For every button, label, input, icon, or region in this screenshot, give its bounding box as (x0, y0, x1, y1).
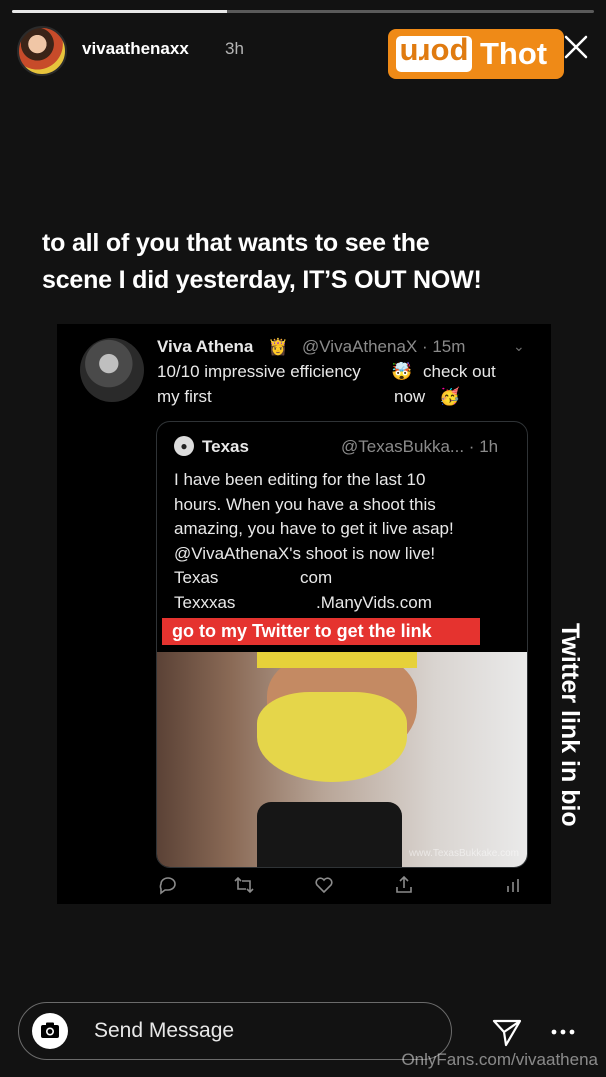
story-time: 3h (225, 39, 244, 58)
logo-right-text: Thot (480, 36, 548, 71)
twitter-link-banner: go to my Twitter to get the link (162, 618, 480, 645)
quote-avatar-icon: ● (174, 436, 194, 456)
like-icon[interactable] (313, 874, 335, 896)
tweet-text-4: now (394, 387, 426, 406)
quote-line: hours. When you have a shoot this (174, 494, 436, 514)
quote-link-1b: com (300, 568, 333, 587)
story-avatar[interactable] (17, 26, 67, 76)
quote-link-2b: .ManyVids.com (316, 592, 432, 612)
camera-icon (41, 1022, 59, 1038)
story-caption: to all of you that wants to see the scen… (42, 225, 582, 299)
quote-link-1a: Texas (174, 568, 219, 587)
retweet-icon[interactable] (233, 874, 255, 896)
quote-link-2a: Texxxas (174, 592, 236, 612)
logo-left-text: porn (396, 36, 472, 72)
quote-line: @VivaAthenaX's shoot is now live! (174, 543, 436, 563)
tweet-author-name: Viva Athena (157, 337, 254, 356)
tweet-handle: @VivaAthenaX · 15m (302, 337, 466, 356)
tweet-screenshot: Viva Athena 👸 @VivaAthenaX · 15m ⌄ 10/10… (57, 324, 551, 904)
party-emoji: 🥳 (439, 387, 461, 406)
send-message-placeholder: Send Message (94, 1019, 235, 1042)
story-progress-fill (12, 10, 228, 13)
story-progress-bar (12, 10, 594, 13)
more-icon[interactable] (550, 1028, 576, 1036)
analytics-icon[interactable] (503, 874, 525, 896)
mind-blown-emoji: 🤯 (391, 362, 413, 381)
quote-body: I have been editing for the last 10 hour… (174, 468, 519, 615)
photo-band (257, 652, 417, 668)
quote-link-line-2: Texxxas .ManyVids.com (174, 591, 519, 616)
thotporn-logo: porn Thot (388, 29, 564, 79)
close-icon[interactable] (562, 33, 590, 61)
photo-watermark: www.TexasBukkake.com (408, 848, 519, 859)
quote-author-name: Texas (202, 437, 249, 456)
camera-button[interactable] (32, 1013, 68, 1049)
send-icon[interactable] (491, 1016, 523, 1048)
quote-link-line-1: Texas com (174, 566, 519, 591)
tweet-actions (157, 874, 527, 898)
caption-line-2: scene I did yesterday, IT’S OUT NOW! (42, 266, 482, 294)
tweet-text-3: my first (157, 387, 212, 406)
tweet-avatar (80, 338, 144, 402)
tweet-text-2: check out (423, 362, 496, 381)
photo-lingerie (257, 692, 407, 782)
share-icon[interactable] (393, 874, 415, 896)
quoted-tweet: ● Texas @TexasBukka... · 1h I have been … (156, 421, 528, 868)
send-message-input[interactable]: Send Message (18, 1002, 452, 1060)
quote-line: amazing, you have to get it live asap! (174, 519, 454, 538)
quote-line: I have been editing for the last 10 (174, 470, 426, 489)
tweet-text-1: 10/10 impressive efficiency (157, 362, 361, 381)
reply-icon[interactable] (157, 874, 179, 896)
twitter-link-in-bio-text: Twitter link in bio (556, 623, 584, 827)
onlyfans-watermark: OnlyFans.com/vivaathena (401, 1050, 598, 1069)
caption-line-1: to all of you that wants to see the (42, 229, 430, 257)
quote-photo: www.TexasBukkake.com (157, 652, 527, 867)
story-username[interactable]: vivaathenaxx (82, 39, 189, 59)
chevron-down-icon: ⌄ (513, 338, 525, 354)
photo-boots (257, 802, 402, 867)
crown-emoji: 👸 (268, 339, 288, 356)
quote-handle: @TexasBukka... · 1h (341, 437, 499, 456)
